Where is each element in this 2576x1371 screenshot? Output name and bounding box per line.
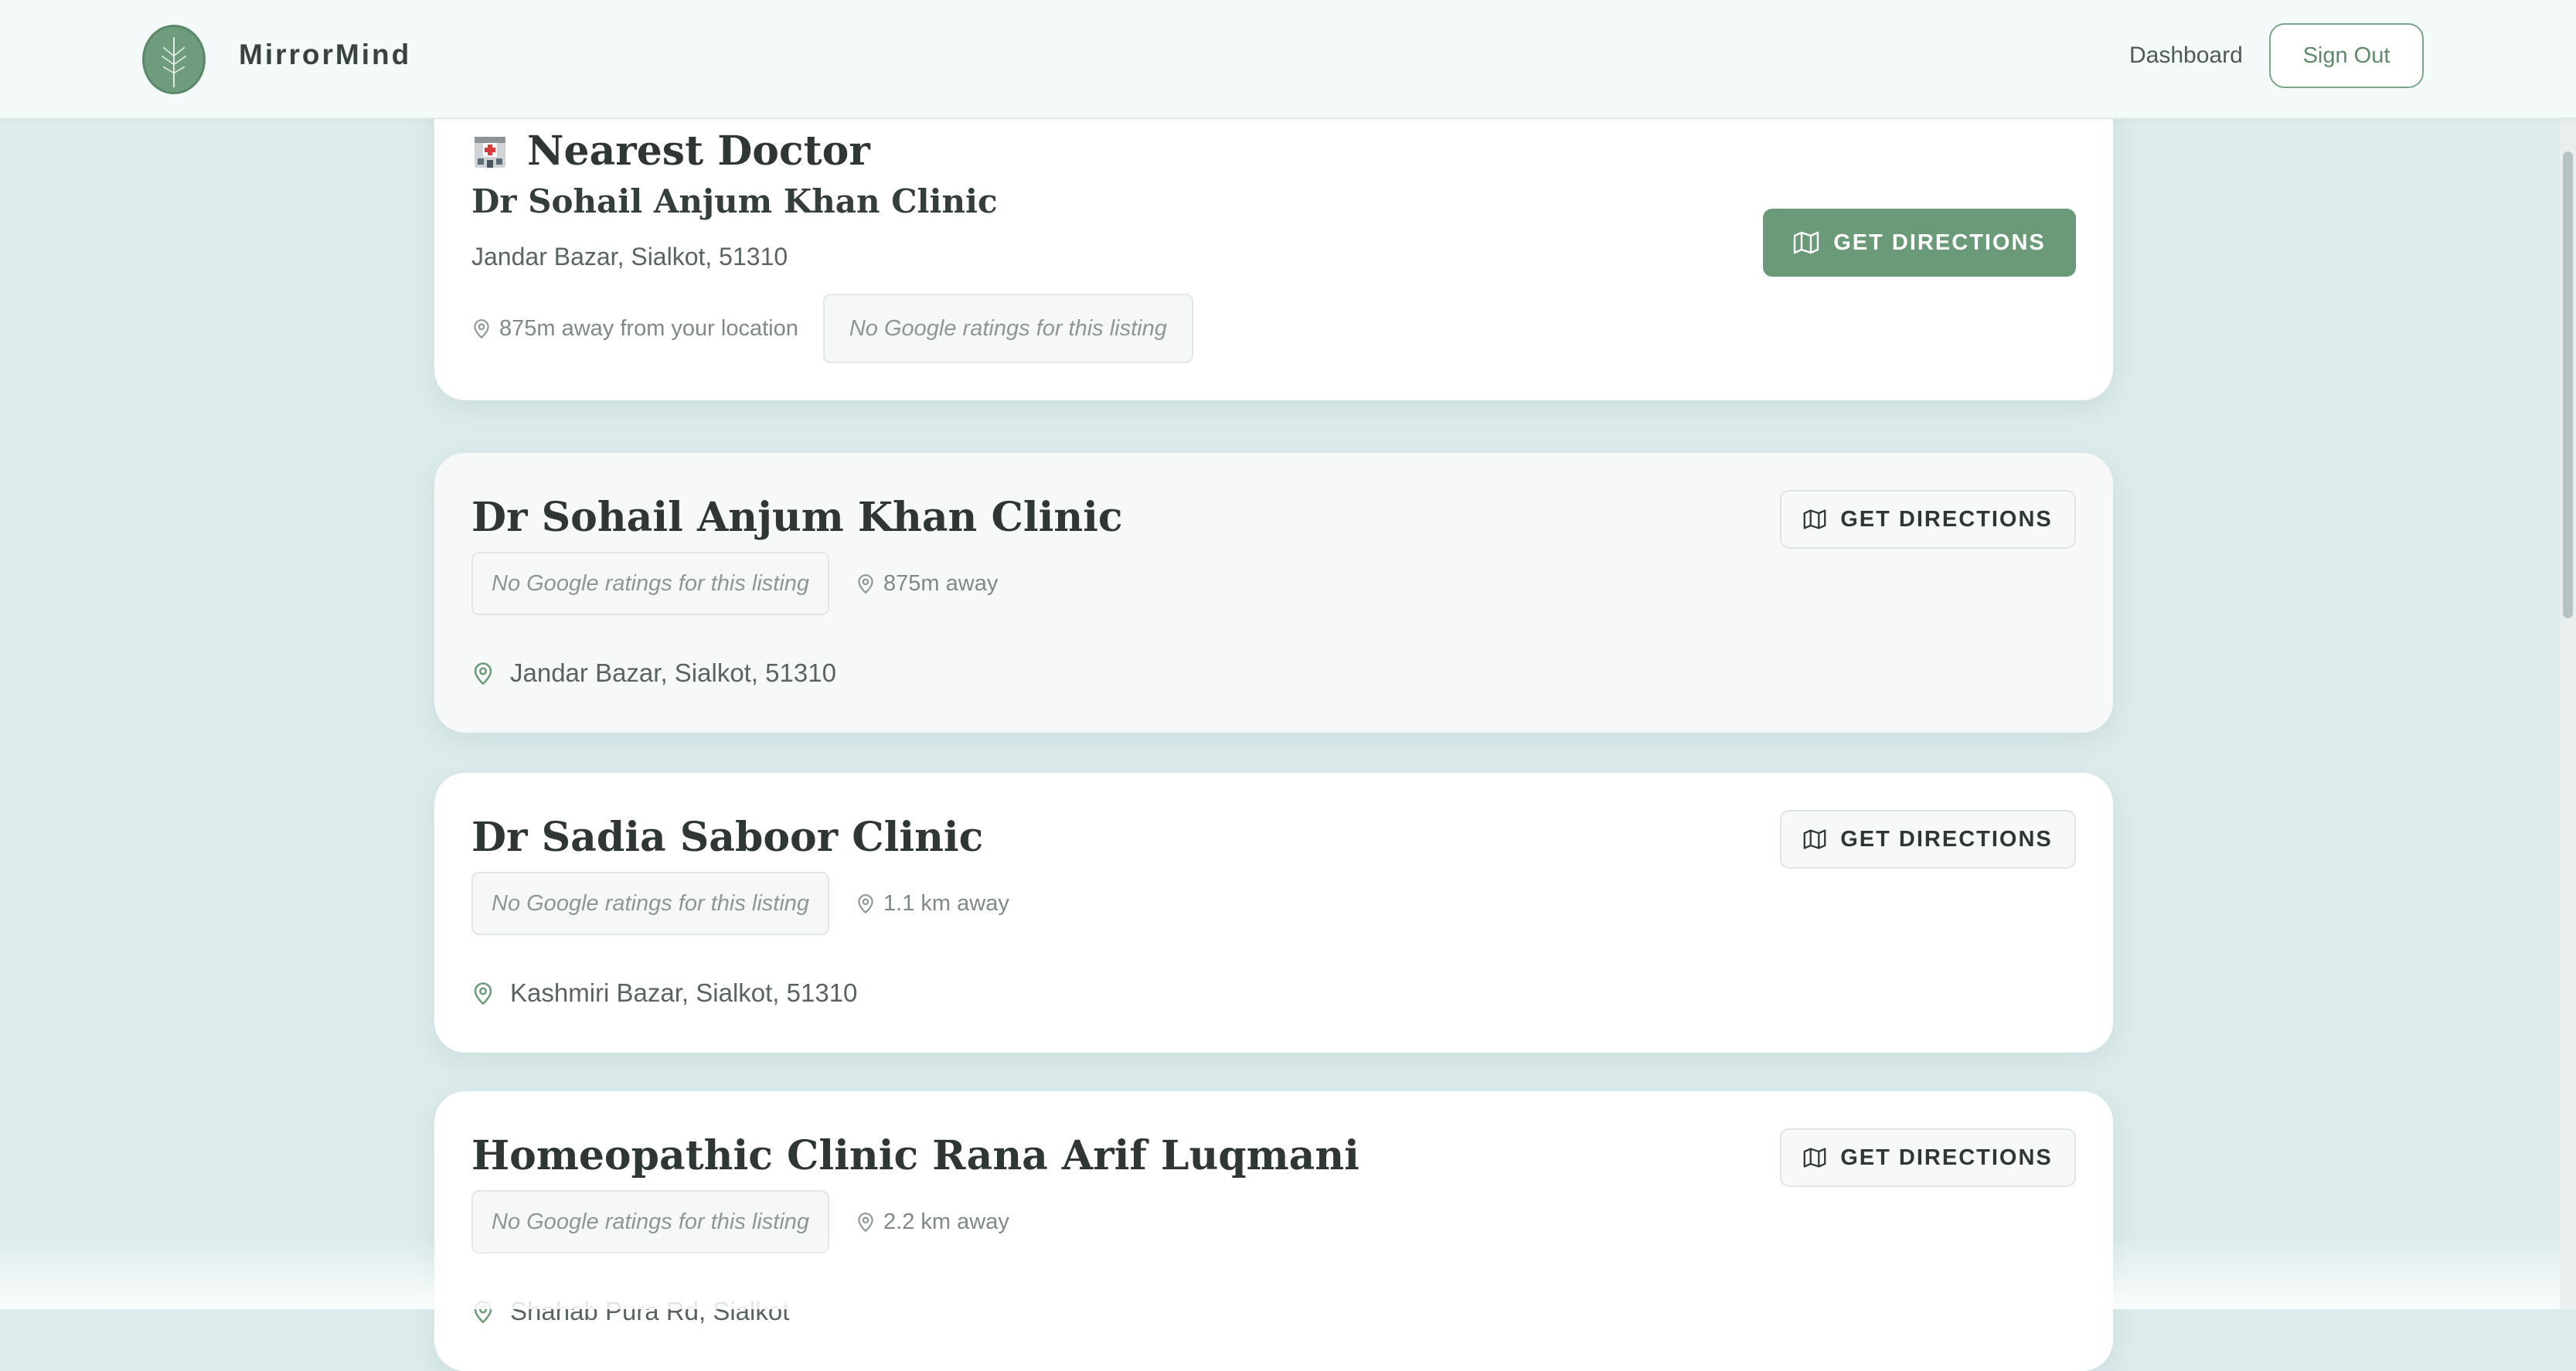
- clinic-name: Homeopathic Clinic Rana Arif Luqmani: [471, 1132, 1359, 1179]
- rating-badge: No Google ratings for this listing: [471, 872, 830, 935]
- clinic-address: Jandar Bazar, Sialkot, 51310: [471, 658, 836, 688]
- sign-out-button[interactable]: Sign Out: [2269, 23, 2424, 88]
- get-directions-button[interactable]: GET DIRECTIONS: [1780, 490, 2076, 549]
- get-directions-label: GET DIRECTIONS: [1840, 1145, 2053, 1170]
- clinic-address: Kashmiri Bazar, Sialkot, 51310: [471, 978, 857, 1008]
- address-text: Shahab Pura Rd, Sialkot: [510, 1297, 790, 1325]
- distance-info: 2.2 km away: [856, 1209, 1009, 1235]
- hospital-icon: [471, 132, 509, 169]
- clinic-card: Dr Sohail Anjum Khan Clinic No Google ra…: [434, 453, 2113, 733]
- distance-text: 2.2 km away: [883, 1209, 1009, 1234]
- distance-text: 875m away: [883, 570, 999, 596]
- map-pin-icon: [858, 894, 873, 914]
- get-directions-button[interactable]: GET DIRECTIONS: [1780, 1128, 2076, 1187]
- nearest-doctor-title: Nearest Doctor: [527, 127, 870, 175]
- clinic-name: Dr Sohail Anjum Khan Clinic: [471, 494, 1123, 541]
- map-icon: [1794, 231, 1819, 254]
- clinic-address: Shahab Pura Rd, Sialkot: [471, 1297, 789, 1326]
- nearest-doctor-card: Nearest Doctor Dr Sohail Anjum Khan Clin…: [434, 85, 2113, 400]
- map-icon: [1803, 829, 1826, 849]
- distance-info: 875m away: [856, 571, 998, 597]
- nav-dashboard-link[interactable]: Dashboard: [2129, 39, 2243, 73]
- get-directions-label: GET DIRECTIONS: [1840, 826, 2053, 852]
- leaf-logo-icon[interactable]: [142, 25, 206, 94]
- distance-text: 1.1 km away: [883, 890, 1009, 916]
- clinic-meta: No Google ratings for this listing 2.2 k…: [471, 1190, 1009, 1254]
- rating-badge: No Google ratings for this listing: [822, 294, 1193, 363]
- clinic-meta: No Google ratings for this listing 875m …: [471, 552, 998, 615]
- rating-badge: No Google ratings for this listing: [471, 552, 830, 615]
- clinic-name: Dr Sadia Saboor Clinic: [471, 814, 984, 861]
- address-text: Jandar Bazar, Sialkot, 51310: [510, 658, 836, 687]
- clinic-card: Dr Sadia Saboor Clinic No Google ratings…: [434, 773, 2113, 1053]
- get-directions-button[interactable]: GET DIRECTIONS: [1763, 209, 2076, 277]
- clinic-card: Homeopathic Clinic Rana Arif Luqmani No …: [434, 1091, 2113, 1371]
- brand-name[interactable]: MirrorMind: [239, 36, 411, 74]
- nearest-doctor-heading: Nearest Doctor: [471, 124, 870, 178]
- map-pin-icon: [474, 982, 492, 1005]
- map-icon: [1803, 509, 1826, 529]
- clinic-address: Jandar Bazar, Sialkot, 51310: [471, 243, 788, 270]
- map-pin-icon: [858, 1213, 873, 1233]
- rating-badge: No Google ratings for this listing: [471, 1190, 830, 1254]
- distance-info: 875m away from your location: [471, 316, 798, 342]
- top-nav-bar: MirrorMind Dashboard Sign Out: [0, 0, 2576, 119]
- get-directions-label: GET DIRECTIONS: [1840, 506, 2053, 532]
- get-directions-label: GET DIRECTIONS: [1833, 230, 2046, 255]
- clinic-meta: No Google ratings for this listing 1.1 k…: [471, 872, 1009, 935]
- scrollbar-thumb[interactable]: [2563, 151, 2573, 618]
- map-icon: [1803, 1148, 1826, 1168]
- map-pin-icon: [474, 1301, 492, 1324]
- distance-text: 875m away from your location: [499, 315, 798, 341]
- map-pin-icon: [474, 662, 492, 686]
- clinic-name: Dr Sohail Anjum Khan Clinic: [471, 182, 998, 220]
- map-pin-icon: [858, 574, 873, 594]
- distance-info: 1.1 km away: [856, 891, 1009, 917]
- clinic-meta: 875m away from your location No Google r…: [471, 294, 1193, 363]
- map-pin-icon: [474, 319, 489, 339]
- address-text: Kashmiri Bazar, Sialkot, 51310: [510, 978, 858, 1007]
- get-directions-button[interactable]: GET DIRECTIONS: [1780, 810, 2076, 869]
